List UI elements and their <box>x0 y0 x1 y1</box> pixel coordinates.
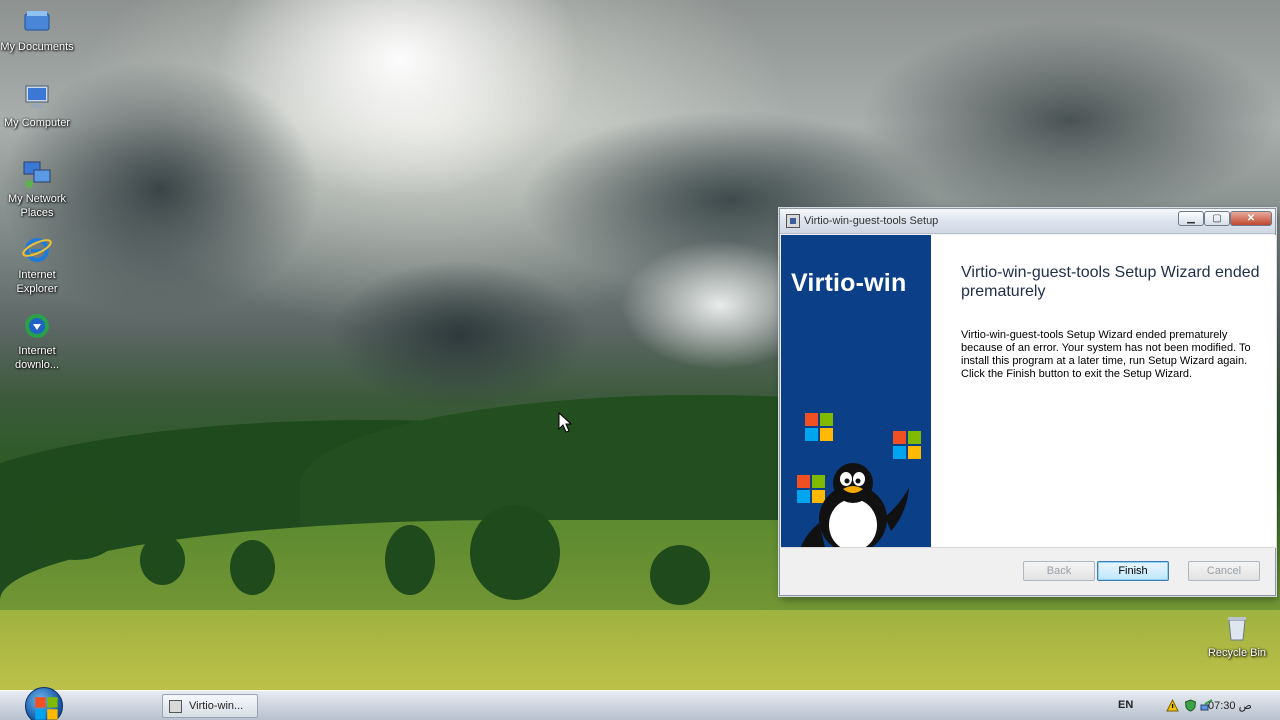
warning-icon[interactable] <box>1166 699 1179 712</box>
desktop-icon-label: My Documents <box>0 41 74 53</box>
maximize-button[interactable]: ▢ <box>1204 211 1230 226</box>
desktop-icon-label: My Network Places <box>7 193 67 219</box>
finish-button[interactable]: Finish <box>1097 561 1169 581</box>
cancel-button[interactable]: Cancel <box>1188 561 1260 581</box>
start-button[interactable] <box>25 687 63 720</box>
window-titlebar[interactable]: Virtio-win-guest-tools Setup ▁ ▢ ✕ <box>780 209 1275 234</box>
desktop-icon-my-documents[interactable]: My Documents <box>0 6 74 54</box>
desktop-icon-recycle-bin[interactable]: Recycle Bin <box>1200 612 1274 660</box>
close-button[interactable]: ✕ <box>1230 211 1272 226</box>
taskbar-item-setup[interactable]: Virtio-win... <box>162 694 258 718</box>
taskbar-item-label: Virtio-win... <box>189 700 244 712</box>
language-indicator[interactable]: EN <box>1118 699 1133 711</box>
back-button[interactable]: Back <box>1023 561 1095 581</box>
setup-window[interactable]: Virtio-win-guest-tools Setup ▁ ▢ ✕ Virti… <box>779 208 1276 596</box>
recycle-bin-icon <box>1221 612 1253 644</box>
wizard-button-row: Back Finish Cancel <box>781 547 1276 595</box>
wizard-message: Virtio-win-guest-tools Setup Wizard ende… <box>961 329 1251 380</box>
system-clock[interactable]: 07:30 ص <box>1208 699 1252 712</box>
installer-icon <box>169 700 182 713</box>
desktop-icon-network-places[interactable]: My Network Places <box>0 158 74 220</box>
my-computer-icon <box>21 82 53 114</box>
my-documents-icon <box>21 6 53 38</box>
security-shield-icon[interactable] <box>1184 699 1197 712</box>
desktop-icon-internet-explorer[interactable]: Internet Explorer <box>0 234 74 296</box>
windows-logo-icon <box>893 431 921 459</box>
wizard-body: Virtio-win Virtio-win-guest-tools Setup … <box>781 235 1276 547</box>
desktop-icon-label: My Computer <box>3 117 71 129</box>
desktop-icon-label: Internet Explorer <box>16 269 58 295</box>
brand-title: Virtio-win <box>791 269 907 297</box>
desktop-icon-label: Recycle Bin <box>1207 647 1267 659</box>
windows-logo-icon <box>805 413 833 441</box>
download-manager-icon <box>21 310 53 342</box>
minimize-button[interactable]: ▁ <box>1178 211 1204 226</box>
desktop-icon-label: Internet downlo... <box>14 345 60 371</box>
desktop-icon-download-manager[interactable]: Internet downlo... <box>0 310 74 372</box>
window-title: Virtio-win-guest-tools Setup <box>804 215 939 227</box>
wizard-heading: Virtio-win-guest-tools Setup Wizard ende… <box>961 264 1260 300</box>
installer-icon <box>786 214 800 228</box>
tux-penguin-icon <box>801 463 909 547</box>
desktop-icon-my-computer[interactable]: My Computer <box>0 82 74 130</box>
taskbar: Virtio-win... EN 07:30 ص <box>0 687 1280 720</box>
wizard-side-banner: Virtio-win <box>781 235 931 547</box>
windows-logo-icon <box>35 697 58 720</box>
internet-explorer-icon <box>21 234 53 266</box>
network-places-icon <box>21 158 53 190</box>
mouse-cursor-icon <box>558 412 572 433</box>
